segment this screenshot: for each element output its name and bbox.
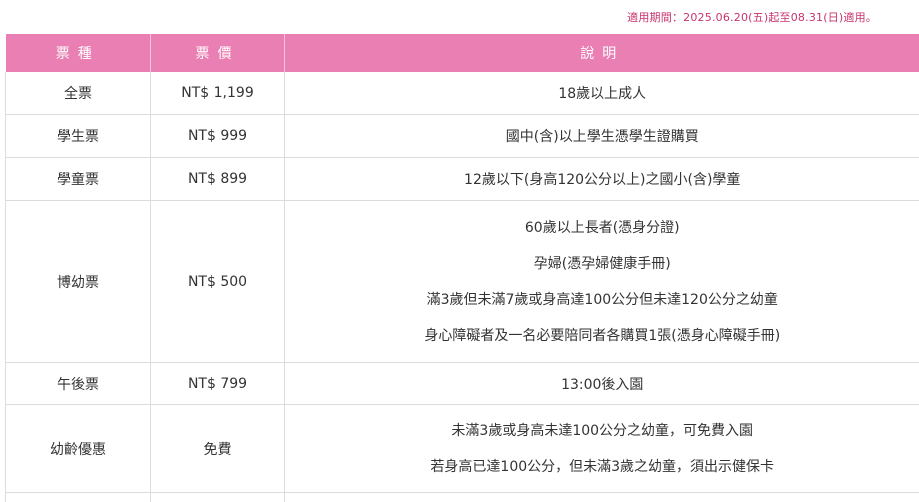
ticket-type-cell: 全票	[5, 72, 151, 115]
table-header-row: 票種 票價 說明	[5, 34, 919, 72]
description-line: 60歲以上長者(憑身分證)	[524, 219, 680, 236]
ticket-type-cell: 學生票	[5, 114, 151, 158]
table-row	[5, 492, 919, 502]
description-line: 孕婦(憑孕婦健康手冊)	[533, 255, 671, 272]
ticket-type-cell: 博幼票	[5, 200, 151, 363]
ticket-price-table: 票種 票價 說明 全票 NT$ 1,199 18歲以上成人 學生票 NT$ 99…	[5, 34, 919, 502]
table-row: 幼齡優惠 免費 未滿3歲或身高未達100公分之幼童，可免費入園 若身高已達100…	[5, 404, 919, 493]
table-row: 學童票 NT$ 899 12歲以下(身高120公分以上)之國小(含)學童	[5, 157, 919, 201]
ticket-type-cell: 午後票	[5, 362, 151, 405]
empty-cell	[284, 492, 919, 502]
description-line: 若身高已達100公分，但未滿3歲之幼童，須出示健保卡	[430, 458, 775, 475]
ticket-type-cell: 學童票	[5, 157, 151, 201]
description-cell: 18歲以上成人	[284, 72, 919, 115]
price-cell: NT$ 999	[150, 114, 285, 158]
empty-cell	[5, 492, 151, 502]
description-cell: 60歲以上長者(憑身分證) 孕婦(憑孕婦健康手冊) 滿3歲但未滿7歲或身高達10…	[284, 200, 919, 363]
description-line: 12歲以下(身高120公分以上)之國小(含)學童	[464, 172, 741, 188]
price-cell: NT$ 799	[150, 362, 285, 405]
price-cell: NT$ 1,199	[150, 72, 285, 115]
price-cell: 免費	[150, 404, 285, 493]
description-line: 國中(含)以上學生憑學生證購買	[505, 129, 699, 145]
description-line: 18歲以上成人	[558, 86, 647, 102]
price-cell: NT$ 899	[150, 157, 285, 201]
header-price: 票價	[150, 34, 285, 72]
validity-notice: 適用期間：2025.06.20(五)起至08.31(日)適用。	[627, 11, 877, 24]
header-ticket-type: 票種	[5, 34, 151, 72]
ticket-price-page: 適用期間：2025.06.20(五)起至08.31(日)適用。 票種 票價 說明…	[0, 0, 919, 502]
description-line: 滿3歲但未滿7歲或身高達100公分但未達120公分之幼童	[426, 291, 778, 308]
description-line: 未滿3歲或身高未達100公分之幼童，可免費入園	[451, 422, 754, 439]
table-row: 午後票 NT$ 799 13:00後入園	[5, 362, 919, 405]
table-row: 學生票 NT$ 999 國中(含)以上學生憑學生證購買	[5, 114, 919, 158]
description-line: 身心障礙者及一名必要陪同者各購買1張(憑身心障礙手冊)	[424, 327, 781, 344]
table-row: 全票 NT$ 1,199 18歲以上成人	[5, 72, 919, 115]
description-cell: 國中(含)以上學生憑學生證購買	[284, 114, 919, 158]
description-cell: 未滿3歲或身高未達100公分之幼童，可免費入園 若身高已達100公分，但未滿3歲…	[284, 404, 919, 493]
description-cell: 13:00後入園	[284, 362, 919, 405]
header-description: 說明	[284, 34, 919, 72]
description-cell: 12歲以下(身高120公分以上)之國小(含)學童	[284, 157, 919, 201]
ticket-type-cell: 幼齡優惠	[5, 404, 151, 493]
price-cell: NT$ 500	[150, 200, 285, 363]
empty-cell	[150, 492, 285, 502]
table-row: 博幼票 NT$ 500 60歲以上長者(憑身分證) 孕婦(憑孕婦健康手冊) 滿3…	[5, 200, 919, 363]
description-line: 13:00後入園	[561, 376, 644, 393]
